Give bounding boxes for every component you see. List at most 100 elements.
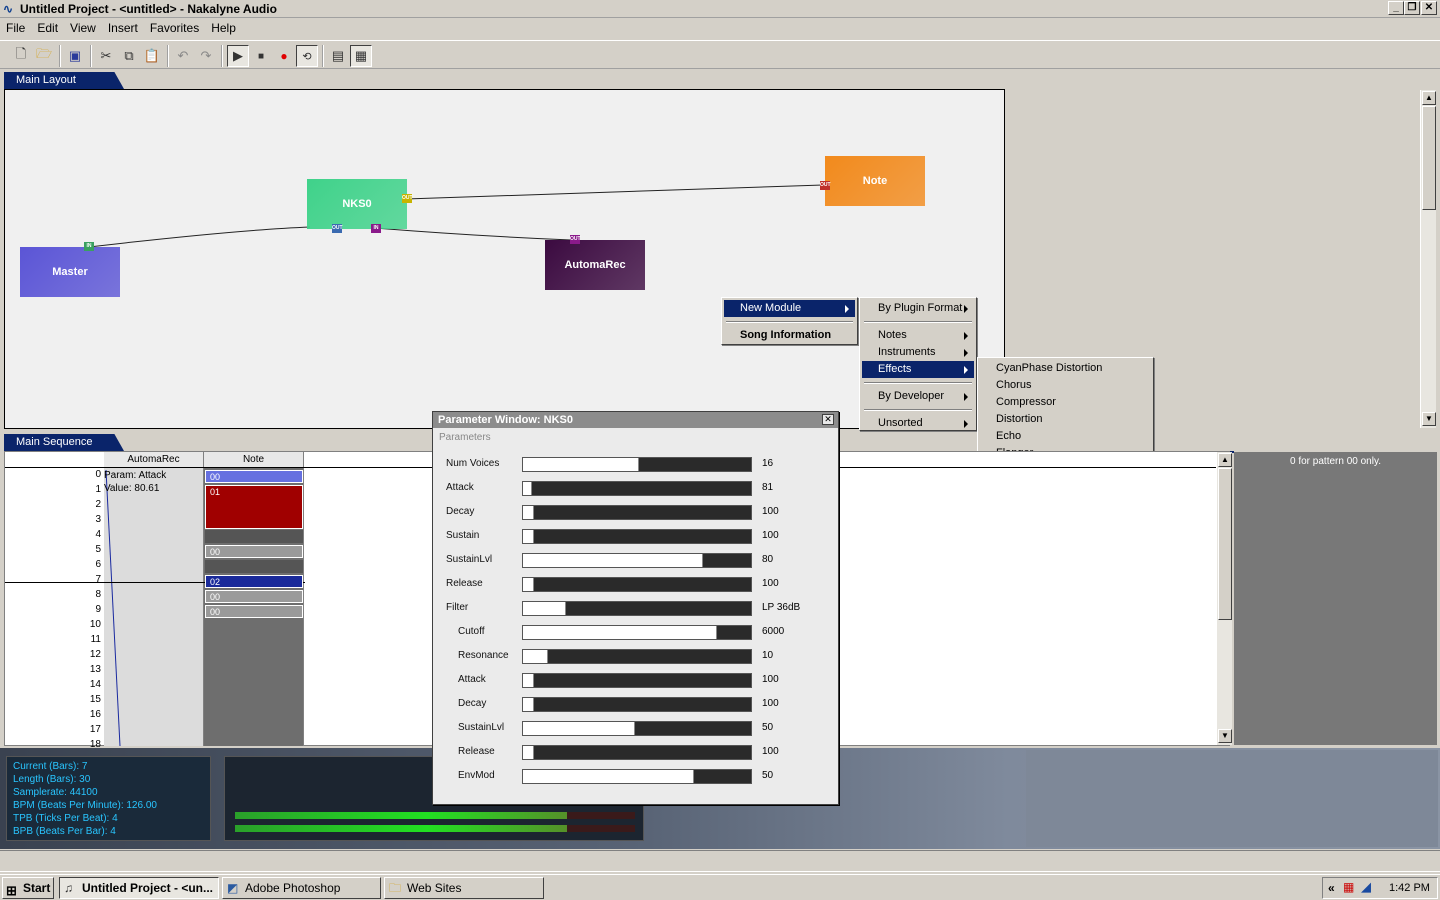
menu-item-instruments[interactable]: Instruments	[862, 344, 974, 361]
param-label: Num Voices	[446, 458, 500, 469]
menu-file[interactable]: File	[0, 19, 31, 35]
note-out-port-icon[interactable]: OUT	[820, 181, 831, 190]
menu-item-by-developer[interactable]: By Developer	[862, 388, 974, 405]
param-slider[interactable]	[522, 529, 752, 544]
record-icon[interactable]: ●	[273, 45, 295, 67]
pattern-00-a[interactable]: 00	[205, 470, 303, 483]
pattern-00-d[interactable]: 00	[205, 605, 303, 618]
taskbar-item-nakalyne[interactable]: ♫ Untitled Project - <un...	[59, 877, 219, 899]
automarec-out-port-icon[interactable]: OUT	[570, 235, 581, 244]
minimize-button[interactable]: _	[1388, 1, 1404, 15]
taskbar-item-web-sites[interactable]: 🗀 Web Sites	[384, 877, 544, 899]
seq-scroll-thumb[interactable]	[1218, 468, 1232, 620]
status-bar	[0, 850, 1440, 872]
automarec-track[interactable]: Param: Attack Value: 80.61	[104, 468, 204, 746]
param-slider[interactable]	[522, 673, 752, 688]
module-nks0[interactable]: NKS0	[307, 179, 407, 229]
undo-icon[interactable]: ↶	[172, 45, 194, 67]
pattern-00-c[interactable]: 00	[205, 590, 303, 603]
param-slider[interactable]	[522, 625, 752, 640]
effect-item-cyanphase-distortion[interactable]: CyanPhase Distortion	[980, 360, 1151, 377]
effect-item-compressor[interactable]: Compressor	[980, 394, 1151, 411]
menu-item-by-plugin-format[interactable]: By Plugin Format	[862, 300, 974, 317]
menu-view[interactable]: View	[64, 19, 102, 35]
menu-item-notes[interactable]: Notes	[862, 327, 974, 344]
param-label: Filter	[446, 602, 469, 613]
tab-main-sequence[interactable]: Main Sequence	[4, 434, 124, 451]
app-icon[interactable]: ∿	[3, 2, 17, 16]
system-tray: « ▦ ◢ 1:42 PM	[1322, 877, 1438, 899]
sequence-scrollbar[interactable]: ▲ ▼	[1216, 452, 1232, 745]
title-bar[interactable]: ∿ Untitled Project - <untitled> - Nakaly…	[0, 0, 1440, 18]
effect-item-chorus[interactable]: Chorus	[980, 377, 1151, 394]
effect-item-distortion[interactable]: Distortion	[980, 411, 1151, 428]
scroll-down-icon[interactable]: ▼	[1422, 412, 1436, 426]
param-label: Param: Attack	[104, 470, 167, 481]
row-number: 15	[89, 694, 101, 705]
nks0-in-port-icon[interactable]: IN	[371, 224, 381, 233]
stop-icon[interactable]: ■	[250, 45, 272, 67]
layout-view-icon[interactable]: ▤	[327, 45, 349, 67]
tray-app-icon[interactable]: ▦	[1343, 880, 1354, 894]
redo-icon[interactable]: ↷	[195, 45, 217, 67]
nks0-out-port-icon[interactable]: OUT	[402, 194, 413, 203]
parameter-window[interactable]: Parameter Window: NKS0 ✕ Parameters Num …	[432, 411, 839, 805]
taskbar-item-photoshop[interactable]: ◩ Adobe Photoshop	[222, 877, 381, 899]
open-folder-icon[interactable]: 🗁	[33, 45, 55, 67]
loop-icon[interactable]: ⟲	[296, 45, 318, 67]
scroll-up-icon[interactable]: ▲	[1422, 91, 1436, 105]
start-button[interactable]: ⊞ Start	[2, 877, 54, 899]
module-automarec[interactable]: AutomaRec	[545, 240, 645, 290]
param-slider[interactable]	[522, 721, 752, 736]
pattern-01[interactable]: 01	[205, 485, 303, 529]
scroll-thumb[interactable]	[1422, 106, 1436, 210]
module-master[interactable]: Master	[20, 247, 120, 297]
sequence-view-icon[interactable]: ▦	[350, 45, 372, 67]
seq-scroll-up-icon[interactable]: ▲	[1218, 453, 1232, 467]
menu-edit[interactable]: Edit	[31, 19, 64, 35]
menu-favorites[interactable]: Favorites	[144, 19, 205, 35]
tray-chevron-icon[interactable]: «	[1328, 881, 1335, 895]
column-header-note[interactable]: Note	[204, 452, 304, 467]
restore-button[interactable]: ❐	[1404, 1, 1420, 15]
vu-meter-left	[235, 812, 635, 819]
close-icon[interactable]: ✕	[822, 414, 834, 425]
param-slider[interactable]	[522, 745, 752, 760]
tray-network-icon[interactable]: ◢	[1361, 879, 1371, 895]
menu-item-new-module[interactable]: New Module	[724, 300, 855, 317]
nks0-out2-port-icon[interactable]: OUT	[332, 224, 343, 233]
menu-help[interactable]: Help	[205, 19, 242, 35]
param-slider[interactable]	[522, 649, 752, 664]
menu-item-effects[interactable]: Effects	[862, 361, 974, 378]
layout-scrollbar[interactable]: ▲ ▼	[1420, 90, 1436, 428]
parameter-window-titlebar[interactable]: Parameter Window: NKS0 ✕	[433, 412, 838, 428]
copy-icon[interactable]: ⧉	[118, 45, 140, 67]
param-slider[interactable]	[522, 769, 752, 784]
save-icon[interactable]: ▣	[64, 45, 86, 67]
master-in-port-icon[interactable]: IN	[84, 242, 94, 251]
param-slider[interactable]	[522, 505, 752, 520]
param-slider[interactable]	[522, 577, 752, 592]
column-header-automarec[interactable]: AutomaRec	[104, 452, 204, 467]
param-slider[interactable]	[522, 553, 752, 568]
param-slider[interactable]	[522, 481, 752, 496]
module-note[interactable]: Note	[825, 156, 925, 206]
menu-item-song-information[interactable]: Song Information	[724, 327, 855, 344]
menu-item-unsorted[interactable]: Unsorted	[862, 415, 974, 432]
play-icon[interactable]: ▶	[227, 45, 249, 67]
layout-canvas[interactable]: Master NKS0 Note AutomaRec IN OUT OUT IN…	[4, 89, 1005, 429]
cut-icon[interactable]: ✂	[95, 45, 117, 67]
clock[interactable]: 1:42 PM	[1389, 882, 1430, 894]
new-file-icon[interactable]: 🗋	[10, 45, 32, 67]
new-module-submenu: By Plugin Format Notes Instruments Effec…	[859, 297, 977, 431]
pattern-02[interactable]: 02	[205, 575, 303, 588]
menu-insert[interactable]: Insert	[102, 19, 144, 35]
param-slider[interactable]	[522, 457, 752, 472]
param-slider[interactable]	[522, 601, 752, 616]
tab-main-layout[interactable]: Main Layout	[4, 72, 124, 89]
seq-scroll-down-icon[interactable]: ▼	[1218, 729, 1232, 743]
param-slider[interactable]	[522, 697, 752, 712]
pattern-00-b[interactable]: 00	[205, 545, 303, 558]
close-button[interactable]: ✕	[1421, 1, 1437, 15]
paste-icon[interactable]: 📋	[141, 45, 163, 67]
